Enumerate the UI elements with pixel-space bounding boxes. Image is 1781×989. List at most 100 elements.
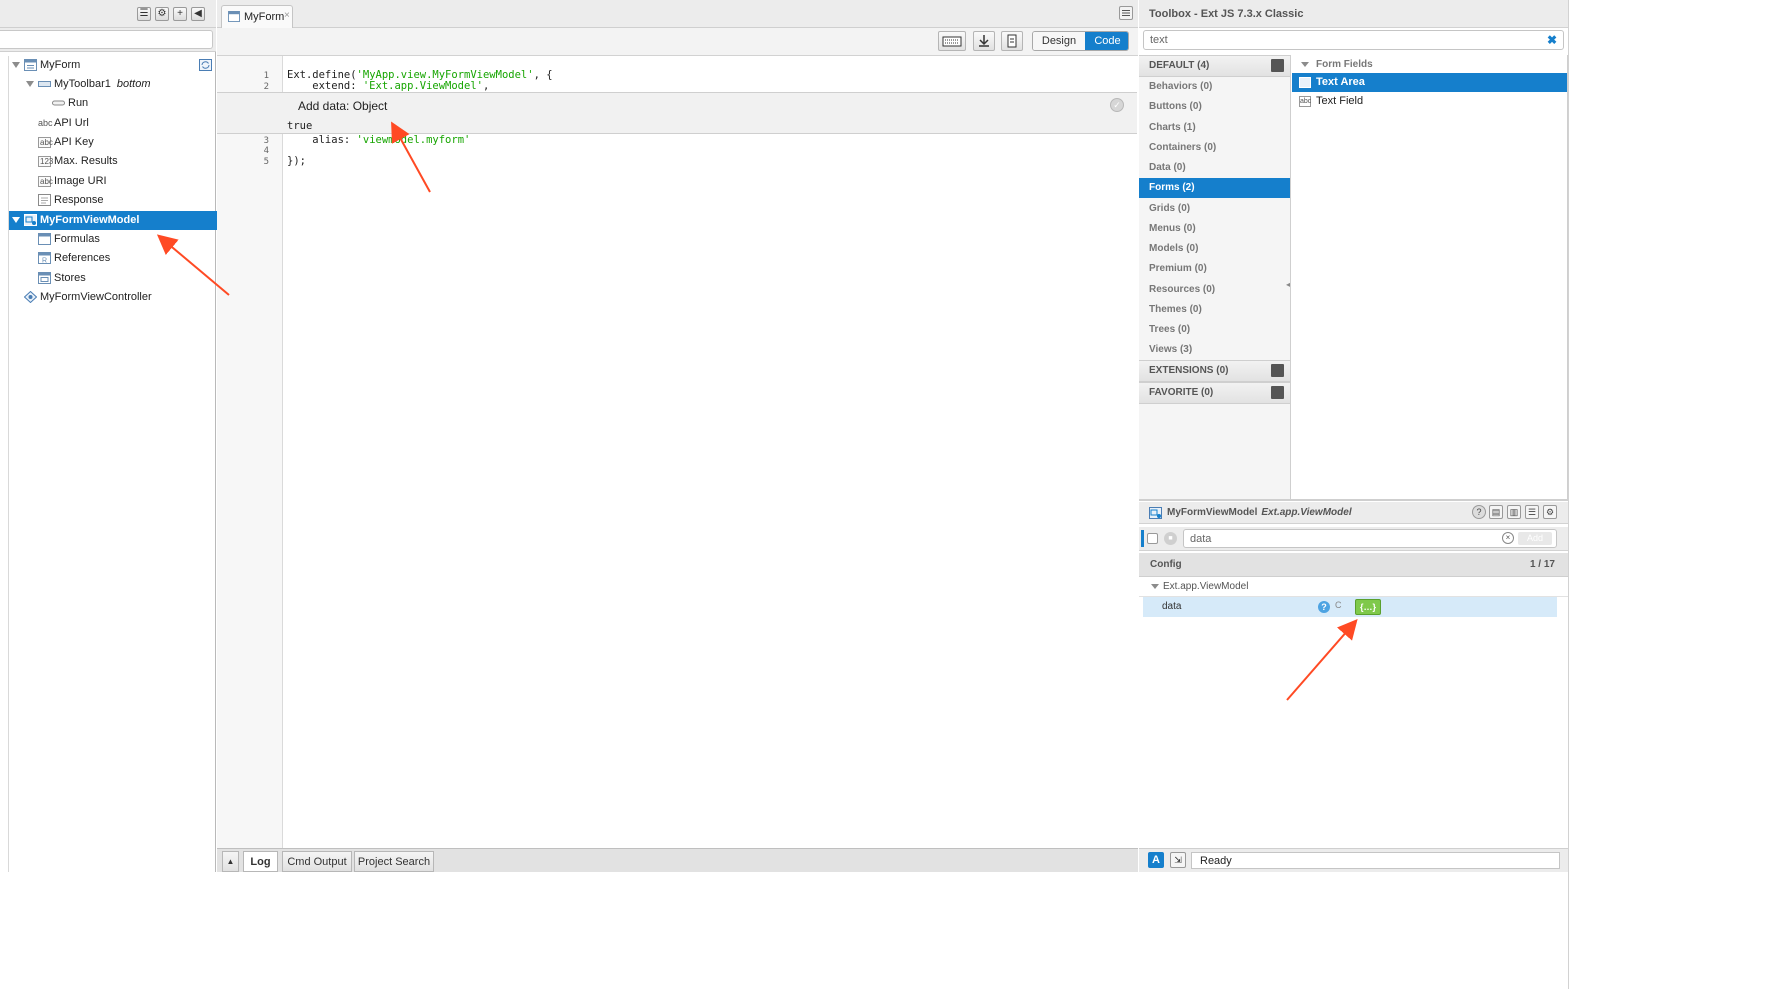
expand-up-icon[interactable]: ▲ <box>222 851 239 872</box>
check-icon[interactable]: ✓ <box>1110 98 1124 112</box>
new-document-icon[interactable]: ▤ <box>1489 505 1503 519</box>
category-item-selected[interactable]: Forms (2) <box>1139 178 1290 198</box>
code-button[interactable]: Code <box>1085 32 1128 50</box>
tab-log[interactable]: Log <box>243 851 278 872</box>
collapse-triangle-icon[interactable] <box>1301 62 1309 67</box>
collapse-triangle-icon[interactable] <box>1151 584 1159 589</box>
toolbox-search-input[interactable] <box>1144 31 1524 49</box>
expand-triangle-icon[interactable] <box>12 62 20 68</box>
config-inspector-header: MyFormViewModel Ext.app.ViewModel ? ▤ ▥ ☰… <box>1139 502 1568 524</box>
add-favorite-icon[interactable] <box>1271 386 1284 399</box>
code-editor[interactable]: 1 2 3 4 5 Ext.define('MyApp.view.MyFormV… <box>217 56 1138 848</box>
edit-category-icon[interactable] <box>1271 364 1284 377</box>
help-icon[interactable]: ? <box>1472 505 1486 519</box>
tab-myform[interactable]: MyForm × <box>221 5 293 28</box>
tree-item-max-results[interactable]: 123 Max. Results <box>9 152 217 171</box>
category-item[interactable]: Buttons (0) <box>1139 97 1290 117</box>
tree-item-myformviewmodel[interactable]: MyFormViewModel <box>9 211 217 230</box>
line-number: 4 <box>263 146 269 156</box>
status-text: Ready <box>1200 855 1232 867</box>
category-item[interactable]: Premium (0) <box>1139 259 1290 279</box>
collapse-all-icon[interactable]: ☰ <box>137 7 151 21</box>
tree-label: MyFormViewModel <box>40 214 140 226</box>
blank-area <box>1568 0 1781 989</box>
refresh-icon[interactable] <box>199 59 212 71</box>
tree-item-response[interactable]: Response <box>9 191 217 210</box>
tree-item-mytoolbar1[interactable]: MyToolbar1 bottom <box>9 75 217 94</box>
project-search-input[interactable] <box>0 30 213 49</box>
config-search-row: ■ × Add <box>1139 527 1568 551</box>
config-class-group[interactable]: Ext.app.ViewModel <box>1139 578 1568 597</box>
tree-label: MyToolbar1 bottom <box>54 75 151 94</box>
category-item[interactable]: Grids (0) <box>1139 199 1290 219</box>
download-icon[interactable] <box>973 31 995 51</box>
tree-item-run[interactable]: Run <box>9 94 217 113</box>
category-item[interactable]: Trees (0) <box>1139 320 1290 340</box>
lock-icon[interactable]: ■ <box>1164 532 1177 545</box>
gear-icon[interactable]: ⚙ <box>1543 505 1557 519</box>
form-icon <box>228 11 240 22</box>
tree-item-myformviewcontroller[interactable]: MyFormViewController <box>9 288 217 307</box>
tab-label: MyForm <box>244 11 285 23</box>
panel-splitter[interactable] <box>1139 499 1568 501</box>
category-item[interactable]: Resources (0) <box>1139 280 1290 300</box>
design-button[interactable]: Design <box>1033 32 1085 50</box>
references-icon: R <box>38 252 51 264</box>
toolbox-item-text-field[interactable]: abc Text Field <box>1292 92 1567 111</box>
tree-item-image-uri[interactable]: abc Image URI <box>9 172 217 191</box>
document-icon[interactable]: ▥ <box>1507 505 1521 519</box>
help-icon[interactable]: ? <box>1318 601 1330 613</box>
clear-search-icon[interactable]: ✖ <box>1547 33 1557 47</box>
tree-item-api-key[interactable]: abc API Key <box>9 133 217 152</box>
collapse-panel-icon[interactable]: ◀ <box>191 7 205 21</box>
tab-close-icon[interactable]: × <box>284 10 290 21</box>
show-all-checkbox[interactable] <box>1147 533 1158 544</box>
inline-config-editor[interactable]: Add data: Object true ✓ <box>217 92 1137 134</box>
category-item[interactable]: Behaviors (0) <box>1139 77 1290 97</box>
inline-editor-value[interactable]: true <box>287 120 312 132</box>
resize-handle-icon[interactable]: ◂ <box>1286 280 1290 289</box>
clear-search-icon[interactable]: × <box>1502 532 1514 544</box>
edit-category-icon[interactable] <box>1271 59 1284 72</box>
category-header-extensions[interactable]: EXTENSIONS (0) <box>1139 360 1290 382</box>
tab-cmd-output[interactable]: Cmd Output <box>282 851 352 872</box>
items-group-header[interactable]: Form Fields <box>1292 57 1567 73</box>
tree-item-formulas[interactable]: Formulas <box>9 230 217 249</box>
status-bar: A ⇲ Ready <box>1139 848 1568 872</box>
category-item[interactable]: Views (3) <box>1139 340 1290 360</box>
expand-triangle-icon[interactable] <box>12 217 20 223</box>
keyboard-icon[interactable] <box>938 31 966 51</box>
export-icon[interactable]: ⇲ <box>1170 852 1186 868</box>
tab-project-search[interactable]: Project Search <box>354 851 434 872</box>
tree-item-api-url[interactable]: abc API Url <box>9 114 217 133</box>
tree-item-references[interactable]: R References <box>9 249 217 268</box>
toolbox-category-list: DEFAULT (4) Behaviors (0) Buttons (0) Ch… <box>1139 55 1291 499</box>
tree-item-stores[interactable]: Stores <box>9 269 217 288</box>
button-icon <box>52 100 65 106</box>
clipboard-icon[interactable] <box>1001 31 1023 51</box>
category-item[interactable]: Data (0) <box>1139 158 1290 178</box>
tree-item-myform[interactable]: MyForm <box>9 56 217 75</box>
add-config-button[interactable]: Add <box>1518 532 1552 545</box>
toolbar-icon <box>38 81 51 87</box>
code-string: 'Ext.app.ViewModel' <box>362 80 483 92</box>
add-icon[interactable]: + <box>173 7 187 21</box>
gear-icon[interactable]: ⚙ <box>155 7 169 21</box>
tab-list-menu-icon[interactable] <box>1119 6 1133 20</box>
expand-triangle-icon[interactable] <box>26 81 34 87</box>
category-item[interactable]: Themes (0) <box>1139 300 1290 320</box>
focus-indicator <box>1141 530 1144 547</box>
category-item[interactable]: Containers (0) <box>1139 138 1290 158</box>
tree-label-text: MyToolbar1 <box>54 78 111 90</box>
toolbox-item-text-area[interactable]: Text Area <box>1292 73 1567 92</box>
list-view-icon[interactable]: ☰ <box>1525 505 1539 519</box>
category-header-default[interactable]: DEFAULT (4) <box>1139 55 1290 77</box>
config-search-input[interactable] <box>1184 530 1484 547</box>
object-editor-button[interactable]: {…} <box>1355 599 1381 615</box>
category-item[interactable]: Menus (0) <box>1139 219 1290 239</box>
category-item[interactable]: Charts (1) <box>1139 118 1290 138</box>
category-item[interactable]: Models (0) <box>1139 239 1290 259</box>
config-row-data[interactable]: data ? C {…} <box>1143 597 1557 617</box>
category-header-favorite[interactable]: FAVORITE (0) <box>1139 382 1290 404</box>
app-status-icon[interactable]: A <box>1148 852 1164 868</box>
